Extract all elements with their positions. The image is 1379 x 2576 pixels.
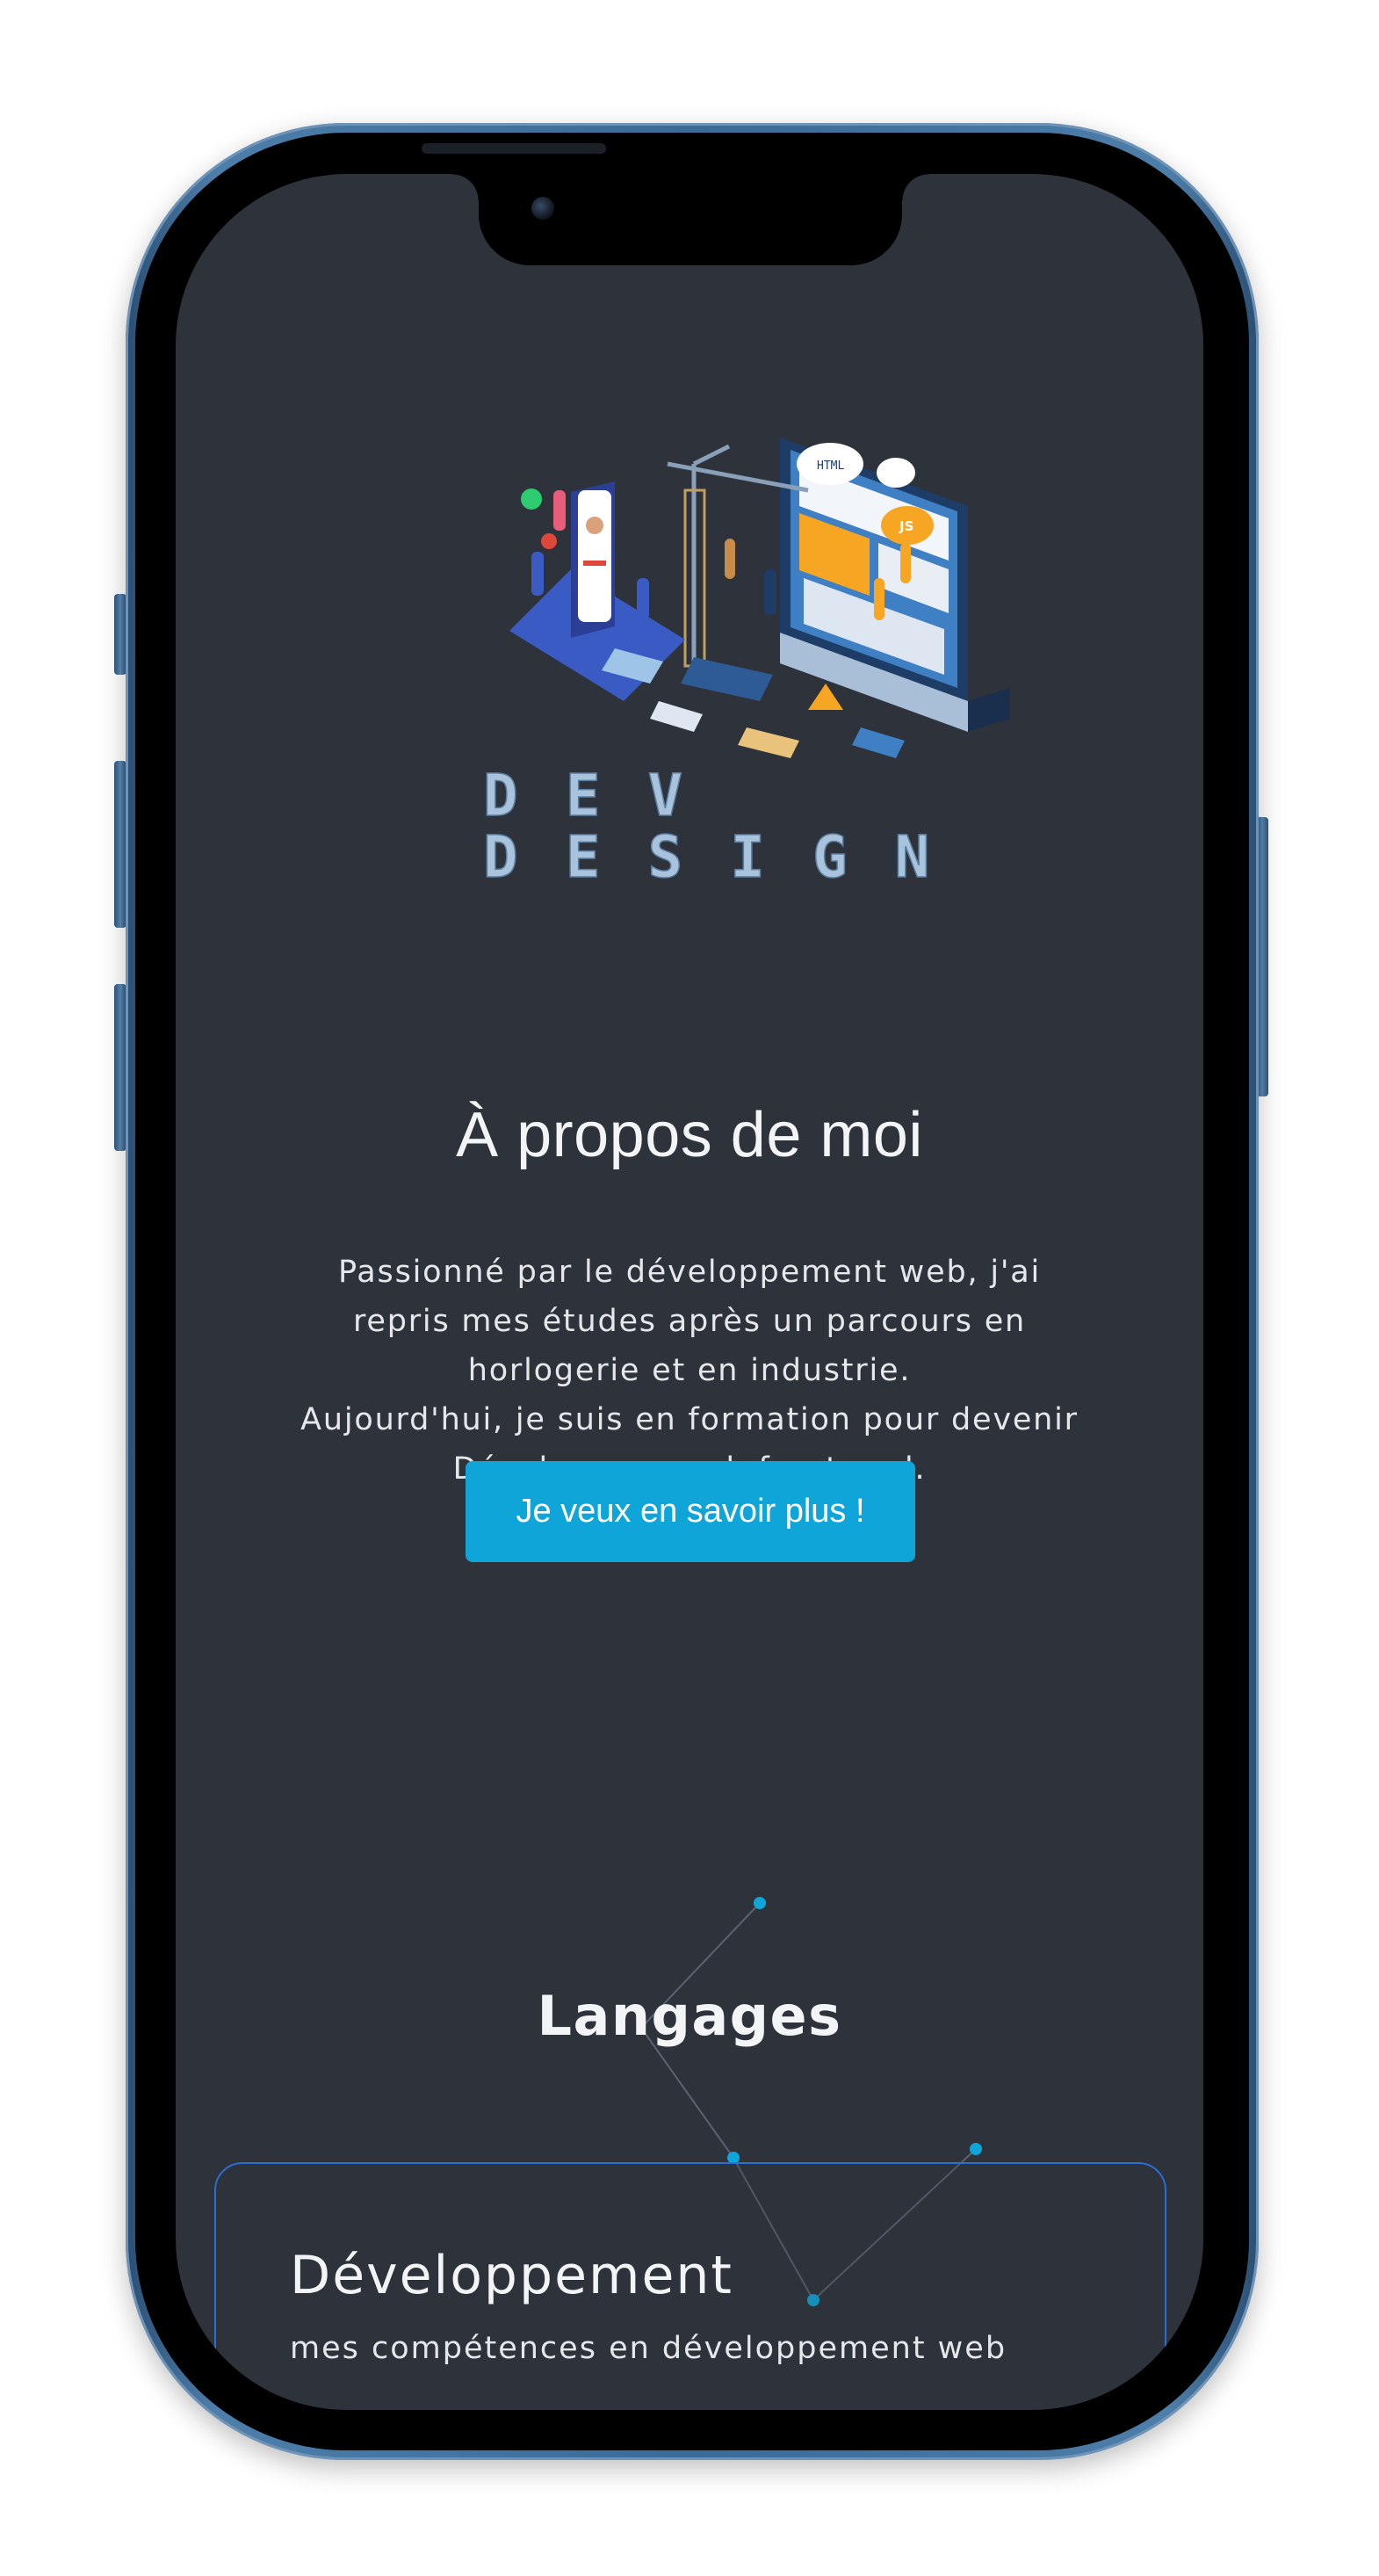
- about-line: horlogerie et en industrie.: [467, 1353, 912, 1388]
- development-card-subtitle: mes compétences en développement web: [290, 2331, 1007, 2366]
- svg-text:HTML: HTML: [817, 459, 844, 473]
- camera-icon: [531, 197, 554, 220]
- about-line: repris mes études après un parcours en: [352, 1304, 1027, 1339]
- about-title: À propos de moi: [456, 1100, 923, 1170]
- development-card: Développement mes compétences en dévelop…: [214, 2162, 1166, 2410]
- volume-down-button: [114, 984, 126, 1151]
- about-description: Passionné par le développement web, j'ai…: [264, 1248, 1115, 1494]
- volume-up-button: [114, 761, 126, 928]
- html-cloud-icon: HTML: [797, 443, 863, 485]
- svg-text:JS: JS: [899, 518, 913, 534]
- about-line: Passionné par le développement web, j'ai: [337, 1255, 1042, 1290]
- css-cloud-icon: [877, 458, 915, 488]
- dev-design-illustration: HTML JS DEV DESIGN: [483, 438, 1010, 892]
- about-line: Aujourd'hui, je suis en formation pour d…: [300, 1402, 1079, 1437]
- logo-line-design: DESIGN: [483, 823, 977, 891]
- earpiece-speaker: [422, 143, 606, 154]
- js-cloud-icon: JS: [881, 506, 934, 545]
- phone-screen: HTML JS DEV DESIGN À propos de moi Passi…: [176, 174, 1203, 2410]
- dev-design-logo: DEV DESIGN: [483, 761, 977, 892]
- silent-switch: [114, 594, 126, 675]
- learn-more-button[interactable]: Je veux en savoir plus !: [466, 1461, 915, 1562]
- development-card-title: Développement: [290, 2245, 733, 2306]
- notch: [452, 174, 928, 265]
- logo-line-dev: DEV: [483, 762, 730, 829]
- languages-title: Langages: [537, 1984, 842, 2048]
